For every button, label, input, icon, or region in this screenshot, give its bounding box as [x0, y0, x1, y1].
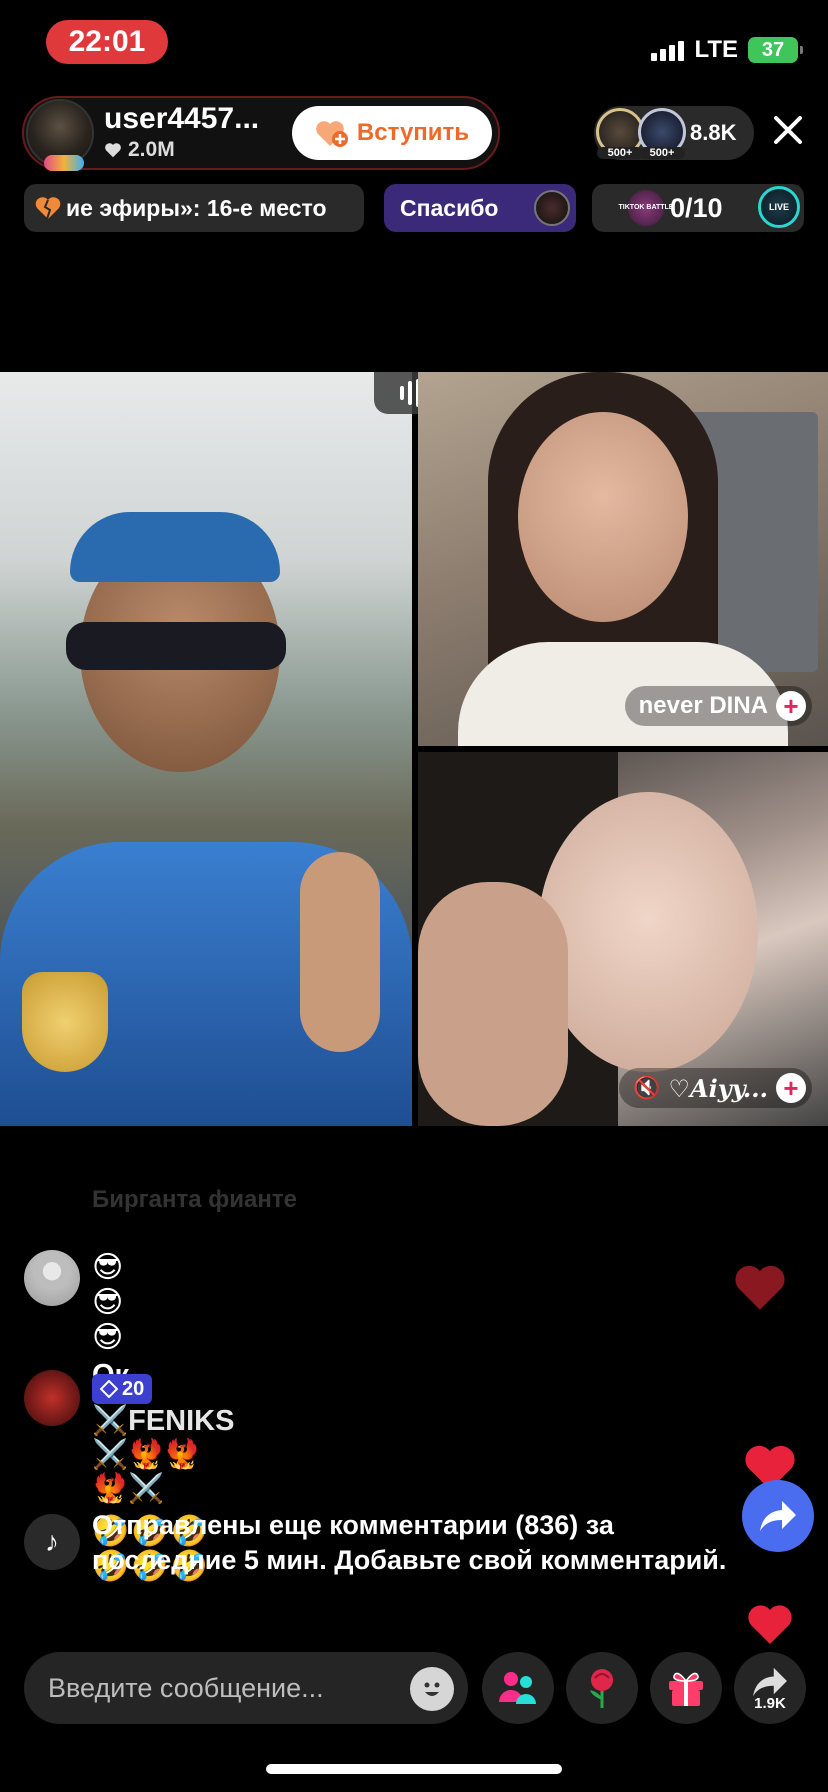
floating-heart-icon: [735, 1265, 785, 1310]
viewer-badge-2: 500+: [639, 147, 685, 159]
comment-emoji: 😎😎😎: [92, 1251, 126, 1354]
battery-icon: 37: [748, 37, 803, 63]
host-likes: 2.0M: [104, 138, 175, 162]
multi-guest-button[interactable]: [482, 1652, 554, 1724]
guest-face-bottom: [538, 792, 758, 1072]
rose-gift-button[interactable]: [566, 1652, 638, 1724]
guests-icon: [499, 1672, 536, 1704]
network-label: LTE: [694, 36, 738, 63]
diamond-icon: [100, 1380, 118, 1398]
cap-shape: [70, 512, 280, 582]
ranking-chip[interactable]: ие эфиры»: 16-е место: [24, 184, 364, 232]
heart-icon: [105, 143, 121, 158]
ranking-text: ие эфиры»: 16-е место: [66, 194, 327, 221]
guest-label-bottom[interactable]: 🔇 ♡Aiyy... +: [619, 1068, 812, 1108]
gift-button[interactable]: [650, 1652, 722, 1724]
tiktok-icon: ♪: [24, 1514, 80, 1570]
guest-label-top[interactable]: never DINA +: [624, 686, 812, 726]
follow-plus-icon[interactable]: +: [776, 1073, 806, 1103]
battle-score: 0/10: [670, 192, 723, 223]
broken-heart-icon: [35, 197, 61, 220]
guest-name-bottom: ♡Aiyy...: [668, 1073, 768, 1103]
live-avatar-icon: LIVE: [758, 186, 800, 228]
heart-plus-icon: [315, 118, 349, 148]
home-indicator[interactable]: [266, 1764, 562, 1774]
thanks-chip[interactable]: Спасибо: [384, 184, 576, 232]
host-name[interactable]: user4457...: [104, 102, 259, 136]
comment-avatar[interactable]: [24, 1370, 80, 1426]
battle-logo-icon: TIKTOK BATTLE: [619, 190, 673, 226]
rose-icon: [590, 1669, 613, 1708]
comment-avatar[interactable]: [24, 1250, 80, 1306]
follow-plus-icon[interactable]: +: [776, 691, 806, 721]
guest-video-top[interactable]: never DINA +: [418, 372, 828, 746]
battery-level: 37: [761, 38, 785, 61]
hand-shape-bottom: [418, 882, 568, 1126]
host-avatar[interactable]: [26, 99, 94, 171]
battle-chip[interactable]: TIKTOK BATTLE 0/10 LIVE: [592, 184, 804, 232]
status-time: 22:01: [46, 20, 168, 64]
club-crest-icon: [22, 972, 108, 1072]
smiley-icon: [424, 1682, 440, 1696]
viewer-badge-1: 500+: [597, 147, 643, 159]
faded-comment: Бирганта фианте: [92, 1186, 297, 1213]
guest-video-bottom[interactable]: 🔇 ♡Aiyy... +: [418, 752, 828, 1126]
signal-icon: [651, 39, 685, 61]
message-input[interactable]: [24, 1652, 468, 1724]
close-icon: [774, 116, 802, 144]
guest-face-top: [518, 412, 688, 622]
top-viewer-avatar-2[interactable]: 500+: [638, 108, 686, 159]
join-label: Вступить: [356, 119, 470, 146]
viewer-count: 8.8K: [690, 120, 737, 145]
floating-heart-icon: [748, 1605, 792, 1644]
share-arrow-icon: [760, 1501, 796, 1531]
host-badge-icon: [44, 155, 84, 171]
guest-name-top: never DINA: [638, 692, 768, 719]
thanks-text: Спасибо: [400, 194, 499, 221]
share-count: 1.9K: [754, 1695, 786, 1712]
level-badge: 20: [92, 1374, 153, 1404]
hand-shape: [300, 852, 380, 1052]
system-comment-text: Отправлены еще комментарии (836) за посл…: [92, 1510, 727, 1575]
sunglasses-shape: [66, 622, 286, 670]
gift-icon: [669, 1672, 703, 1706]
share-button[interactable]: [734, 1652, 806, 1724]
commenter-name: ⚔️FENIKS ⚔️🐦‍🔥🐦‍🔥🐦‍🔥⚔️: [92, 1405, 235, 1505]
thanks-avatar: [534, 190, 570, 226]
host-likes-count: 2.0M: [128, 138, 175, 161]
join-button[interactable]: Вступить: [292, 106, 492, 160]
emoji-button[interactable]: [410, 1667, 454, 1711]
host-video[interactable]: [0, 372, 412, 1126]
muted-icon: 🔇: [633, 1075, 661, 1100]
top-viewer-avatar-1[interactable]: 500+: [596, 108, 644, 159]
share-fab-button[interactable]: [742, 1480, 814, 1552]
status-indicators: LTE 37: [651, 36, 803, 64]
level-number: 20: [122, 1377, 145, 1400]
system-comment: Отправлены еще комментарии (836) за посл…: [92, 1508, 732, 1578]
close-button[interactable]: [768, 110, 808, 150]
share-arrow-icon: [753, 1667, 787, 1697]
